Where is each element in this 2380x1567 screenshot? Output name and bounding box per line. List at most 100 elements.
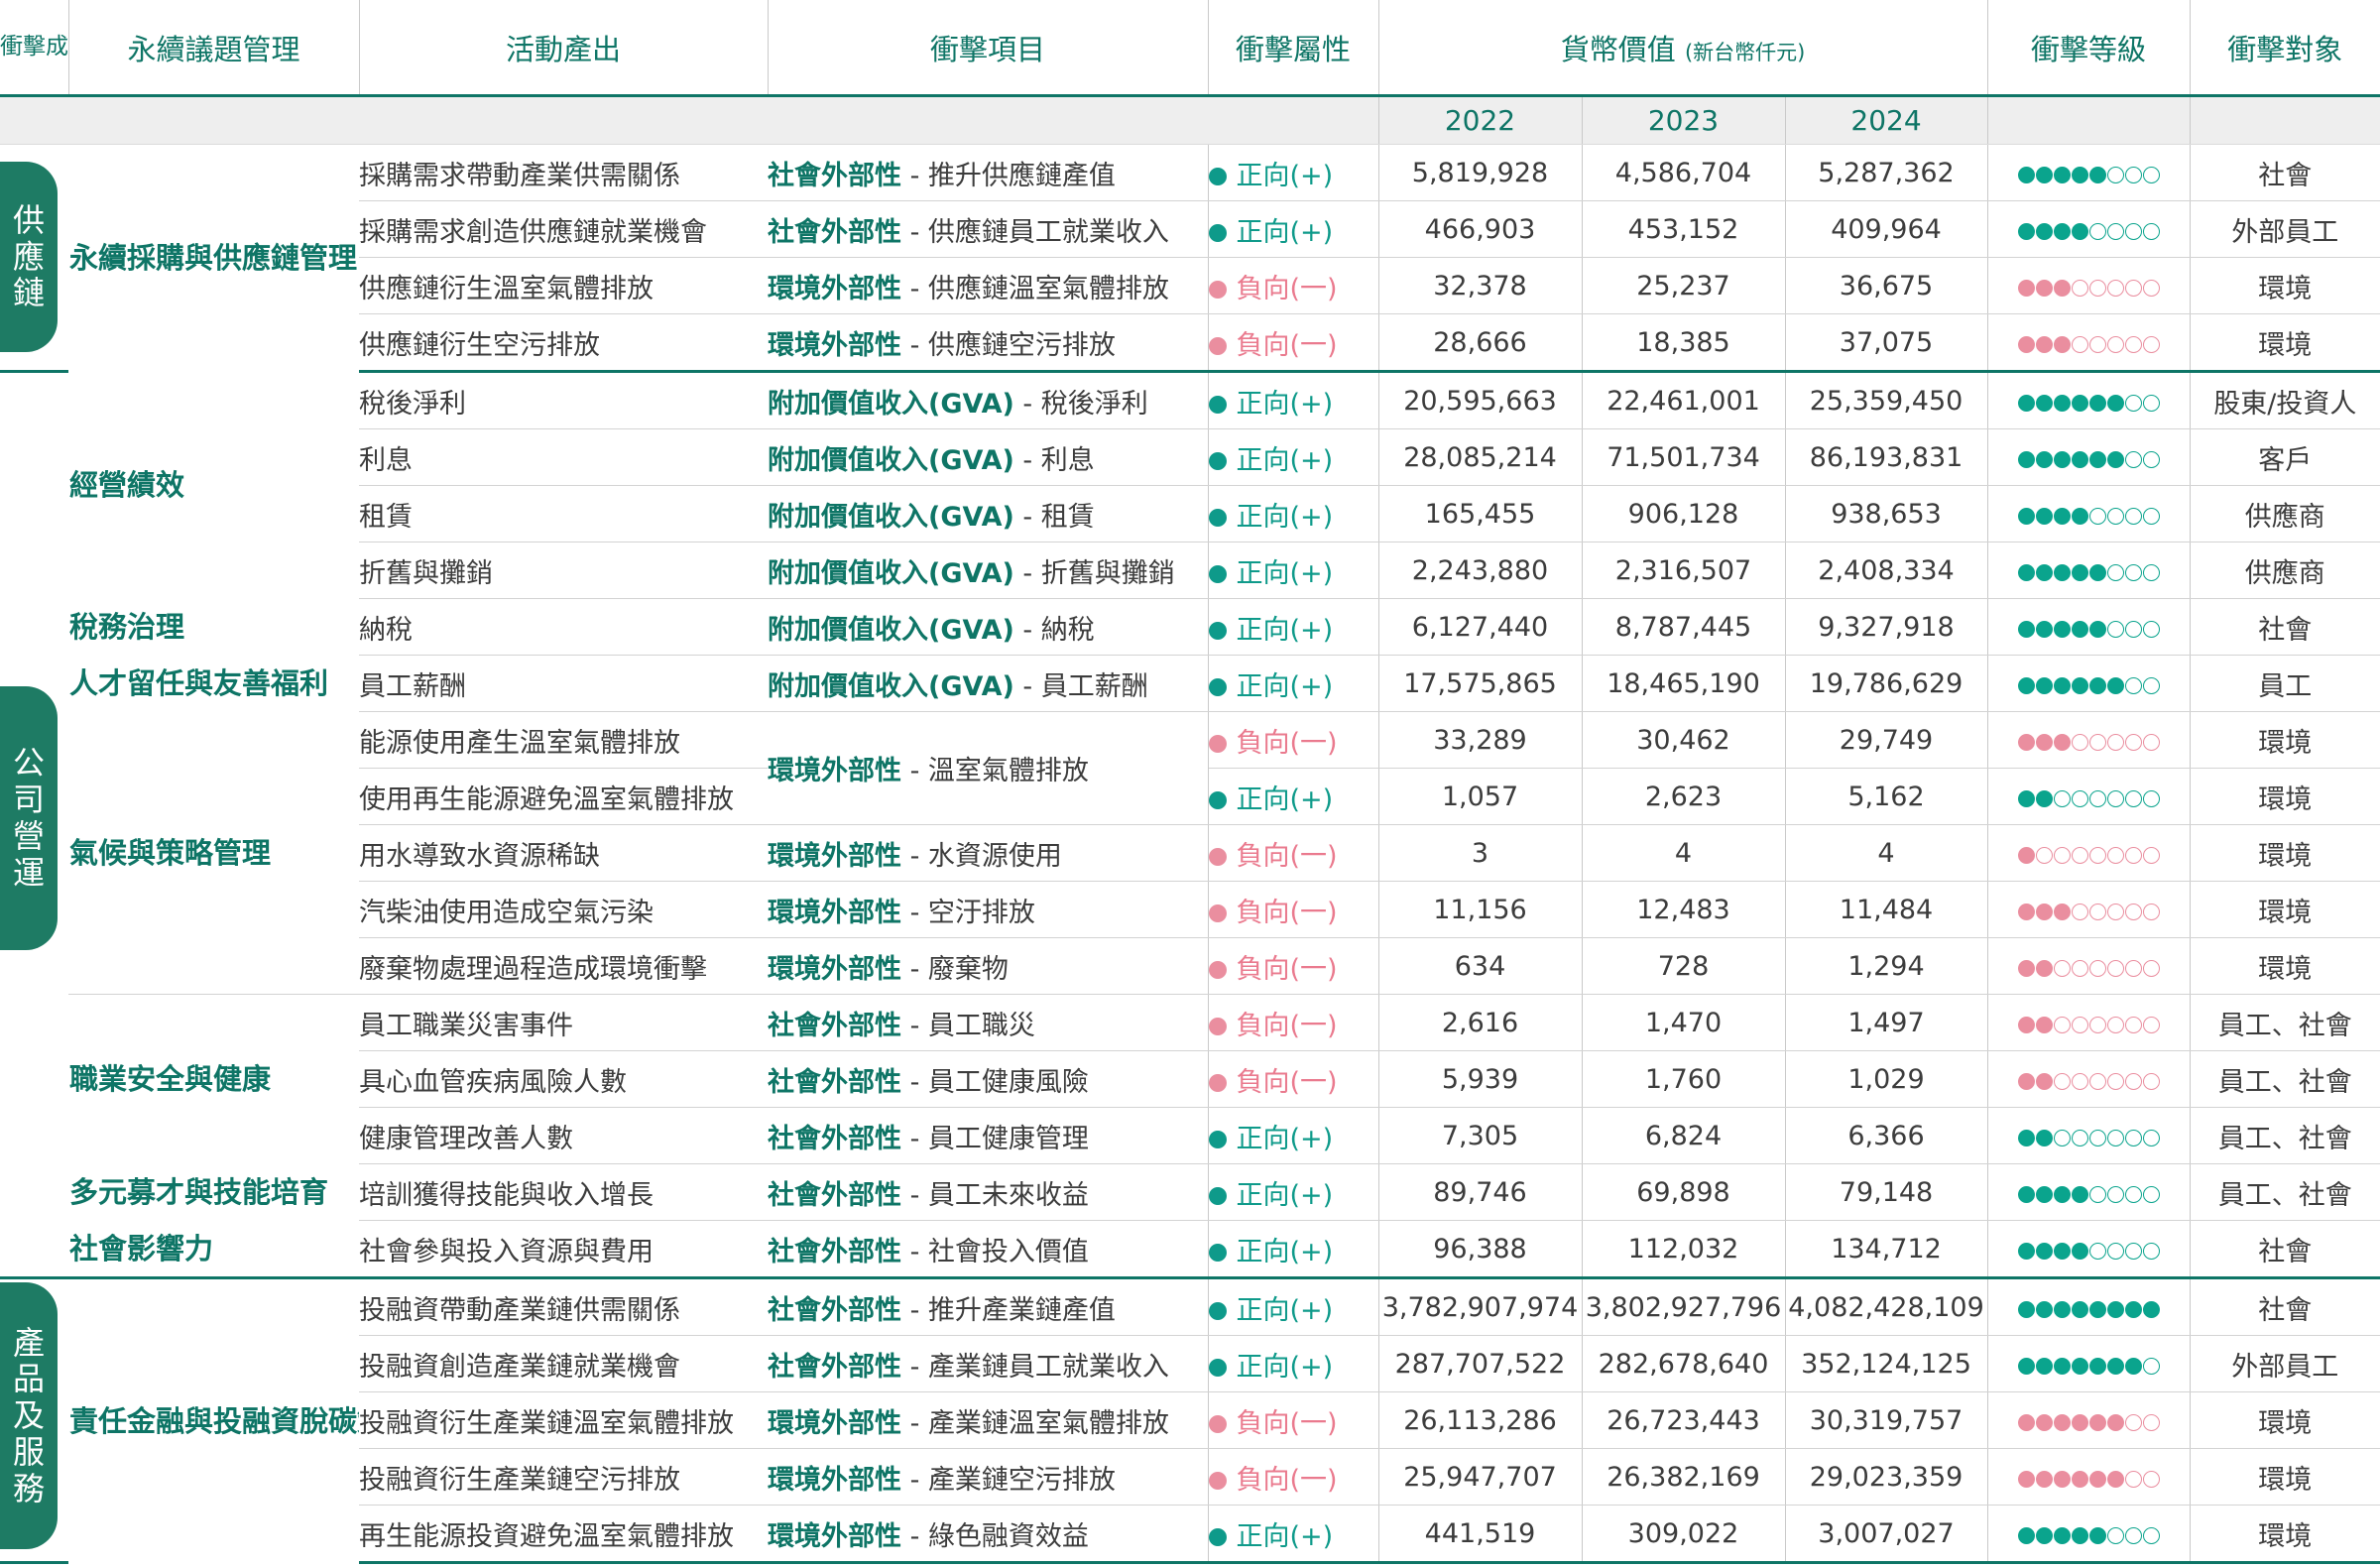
- impact-level: [1987, 1107, 2191, 1164]
- impact-item-detail: - 供應鏈員工就業收入: [901, 216, 1169, 248]
- level-dot-filled-icon: [2088, 1470, 2106, 1488]
- level-dot-filled-icon: [2035, 563, 2053, 581]
- impact-item: 環境外部性 - 溫室氣體排放: [768, 711, 1209, 825]
- impact-target: 環境: [2190, 1391, 2380, 1449]
- impact-nature-dot-icon: [1208, 1527, 1227, 1546]
- impact-item-detail: - 稅後淨利: [1013, 388, 1148, 420]
- activity-output: 納稅: [359, 598, 768, 656]
- level-dot-filled-icon: [2017, 676, 2035, 694]
- impact-nature-dot-icon: [1208, 1243, 1227, 1262]
- level-dot-filled-icon: [2035, 1526, 2053, 1544]
- issue-cell: 職業安全與健康: [68, 994, 359, 1164]
- externality-type: 附加價值收入(GVA): [768, 557, 1014, 589]
- value-2024: 11,484: [1785, 881, 1988, 938]
- value-2022: 3,782,907,974: [1378, 1277, 1583, 1336]
- impact-nature-label: 正向(+): [1236, 1294, 1334, 1326]
- level-dot-empty-icon: [2142, 1526, 2160, 1544]
- impact-level: [1987, 542, 2191, 599]
- level-dot-filled-icon: [2017, 279, 2035, 297]
- level-dot-filled-icon: [2017, 166, 2035, 183]
- level-dot-empty-icon: [2106, 1072, 2124, 1090]
- activity-output: 培訓獲得技能與收入增長: [359, 1163, 768, 1221]
- impact-level: [1987, 428, 2191, 486]
- impact-nature-label: 正向(+): [1236, 216, 1334, 248]
- impact-valuation-table: 衝擊成因 永續議題管理 活動產出 衝擊項目 衝擊屬性 貨幣價值 (新台幣仟元) …: [0, 0, 2380, 1564]
- level-dot-filled-icon: [2035, 1242, 2053, 1260]
- level-dot-empty-icon: [2053, 1016, 2071, 1033]
- impact-item: 環境外部性 - 產業鏈溫室氣體排放: [768, 1391, 1209, 1449]
- activity-output: 折舊與攤銷: [359, 542, 768, 599]
- impact-level: [1987, 144, 2191, 201]
- impact-item-detail: - 供應鏈溫室氣體排放: [901, 273, 1169, 304]
- level-dot-filled-icon: [2017, 1300, 2035, 1318]
- level-dot-filled-icon: [2035, 394, 2053, 412]
- level-dot-filled-icon: [2017, 959, 2035, 977]
- level-dot-filled-icon: [2124, 1357, 2142, 1375]
- impact-item: 社會外部性 - 員工職災: [768, 994, 1209, 1051]
- impact-item: 社會外部性 - 社會投入價值: [768, 1220, 1209, 1279]
- level-dot-empty-icon: [2124, 676, 2142, 694]
- level-dot-empty-icon: [2088, 959, 2106, 977]
- value-2022: 466,903: [1378, 200, 1583, 258]
- value-2024: 938,653: [1785, 485, 1988, 542]
- activity-output: 供應鏈衍生空污排放: [359, 313, 768, 373]
- impact-item-detail: - 員工薪酬: [1013, 670, 1148, 702]
- level-dot-empty-icon: [2124, 1413, 2142, 1431]
- externality-type: 附加價值收入(GVA): [768, 388, 1014, 420]
- level-dot-filled-icon: [2017, 1129, 2035, 1146]
- issue-cell: 稅務治理: [68, 599, 359, 656]
- impact-nature: 正向(+): [1208, 1277, 1379, 1336]
- level-dot-filled-icon: [2053, 1470, 2071, 1488]
- impact-nature-dot-icon: [1208, 564, 1227, 583]
- level-dot-empty-icon: [2124, 620, 2142, 638]
- level-dot-filled-icon: [2106, 450, 2124, 468]
- activity-output: 投融資創造產業鏈就業機會: [359, 1335, 768, 1392]
- impact-nature-label: 負向(一): [1236, 727, 1338, 759]
- activity-output: 員工薪酬: [359, 655, 768, 712]
- impact-nature-label: 正向(+): [1236, 784, 1334, 815]
- level-dot-empty-icon: [2088, 789, 2106, 807]
- level-dot-empty-icon: [2142, 335, 2160, 353]
- level-dot-empty-icon: [2124, 733, 2142, 751]
- level-dot-filled-icon: [2035, 1016, 2053, 1033]
- level-dot-empty-icon: [2088, 1185, 2106, 1203]
- impact-target: 社會: [2190, 144, 2380, 201]
- value-2022: 6,127,440: [1378, 598, 1583, 656]
- header-value: 貨幣價值 (新台幣仟元): [1378, 0, 1988, 97]
- impact-item-detail: - 產業鏈空污排放: [901, 1464, 1116, 1496]
- header-issue: 永續議題管理: [68, 0, 360, 97]
- value-2024: 1,497: [1785, 994, 1988, 1051]
- level-dot-filled-icon: [2088, 1526, 2106, 1544]
- impact-item-detail: - 利息: [1013, 444, 1095, 476]
- impact-nature-dot-icon: [1208, 1414, 1227, 1433]
- impact-target: 環境: [2190, 824, 2380, 882]
- level-dot-empty-icon: [2142, 563, 2160, 581]
- level-dot-filled-icon: [2088, 1300, 2106, 1318]
- impact-item-detail: - 折舊與攤銷: [1013, 557, 1175, 589]
- activity-output: 健康管理改善人數: [359, 1107, 768, 1164]
- value-2023: 26,382,169: [1582, 1448, 1786, 1506]
- level-dot-filled-icon: [2035, 1470, 2053, 1488]
- category-pill: 產品及服務: [0, 1282, 58, 1549]
- level-dot-empty-icon: [2106, 1016, 2124, 1033]
- level-dot-filled-icon: [2106, 1300, 2124, 1318]
- header-cause: 衝擊成因: [0, 0, 69, 97]
- impact-nature-label: 負向(一): [1236, 1066, 1338, 1098]
- header-level: 衝擊等級: [1987, 0, 2191, 97]
- level-dot-empty-icon: [2071, 733, 2088, 751]
- value-2023: 1,470: [1582, 994, 1786, 1051]
- level-dot-filled-icon: [2071, 222, 2088, 240]
- level-dot-empty-icon: [2142, 1470, 2160, 1488]
- impact-nature: 正向(+): [1208, 371, 1379, 429]
- externality-type: 環境外部性: [768, 840, 901, 872]
- impact-nature-dot-icon: [1208, 451, 1227, 470]
- issue-label: 永續採購與供應鏈管理: [69, 241, 358, 276]
- level-dot-empty-icon: [2088, 1242, 2106, 1260]
- impact-item: 社會外部性 - 供應鏈員工就業收入: [768, 200, 1209, 258]
- impact-level: [1987, 313, 2191, 373]
- level-dot-filled-icon: [2053, 279, 2071, 297]
- impact-nature: 負向(一): [1208, 824, 1379, 882]
- level-dot-empty-icon: [2106, 279, 2124, 297]
- impact-nature-dot-icon: [1208, 621, 1227, 640]
- level-dot-empty-icon: [2088, 1129, 2106, 1146]
